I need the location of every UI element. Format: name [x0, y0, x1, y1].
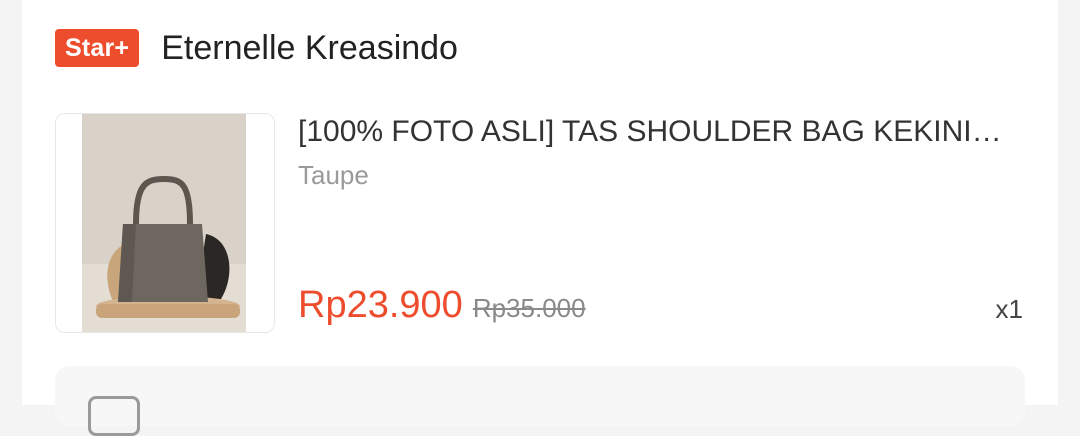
box-icon — [88, 396, 140, 436]
price-row: Rp23.900 Rp35.000 — [298, 282, 586, 328]
shoulder-bag-photo-icon — [56, 114, 274, 332]
order-item-card: Star+ Eternelle Kreasindo [100% FOTO ASL… — [22, 0, 1058, 436]
shop-name[interactable]: Eternelle Kreasindo — [161, 29, 458, 68]
shop-header[interactable]: Star+ Eternelle Kreasindo — [55, 28, 458, 68]
star-plus-badge: Star+ — [55, 29, 140, 67]
product-variant: Taupe — [298, 160, 369, 190]
original-price: Rp35.000 — [472, 293, 586, 323]
product-thumbnail[interactable] — [55, 113, 275, 333]
discount-price: Rp23.900 — [298, 284, 463, 326]
quantity-label: x1 — [995, 294, 1023, 324]
product-title[interactable]: [100% FOTO ASLI] TAS SHOULDER BAG KEKINI… — [298, 112, 1022, 152]
sub-panel — [55, 366, 1025, 436]
